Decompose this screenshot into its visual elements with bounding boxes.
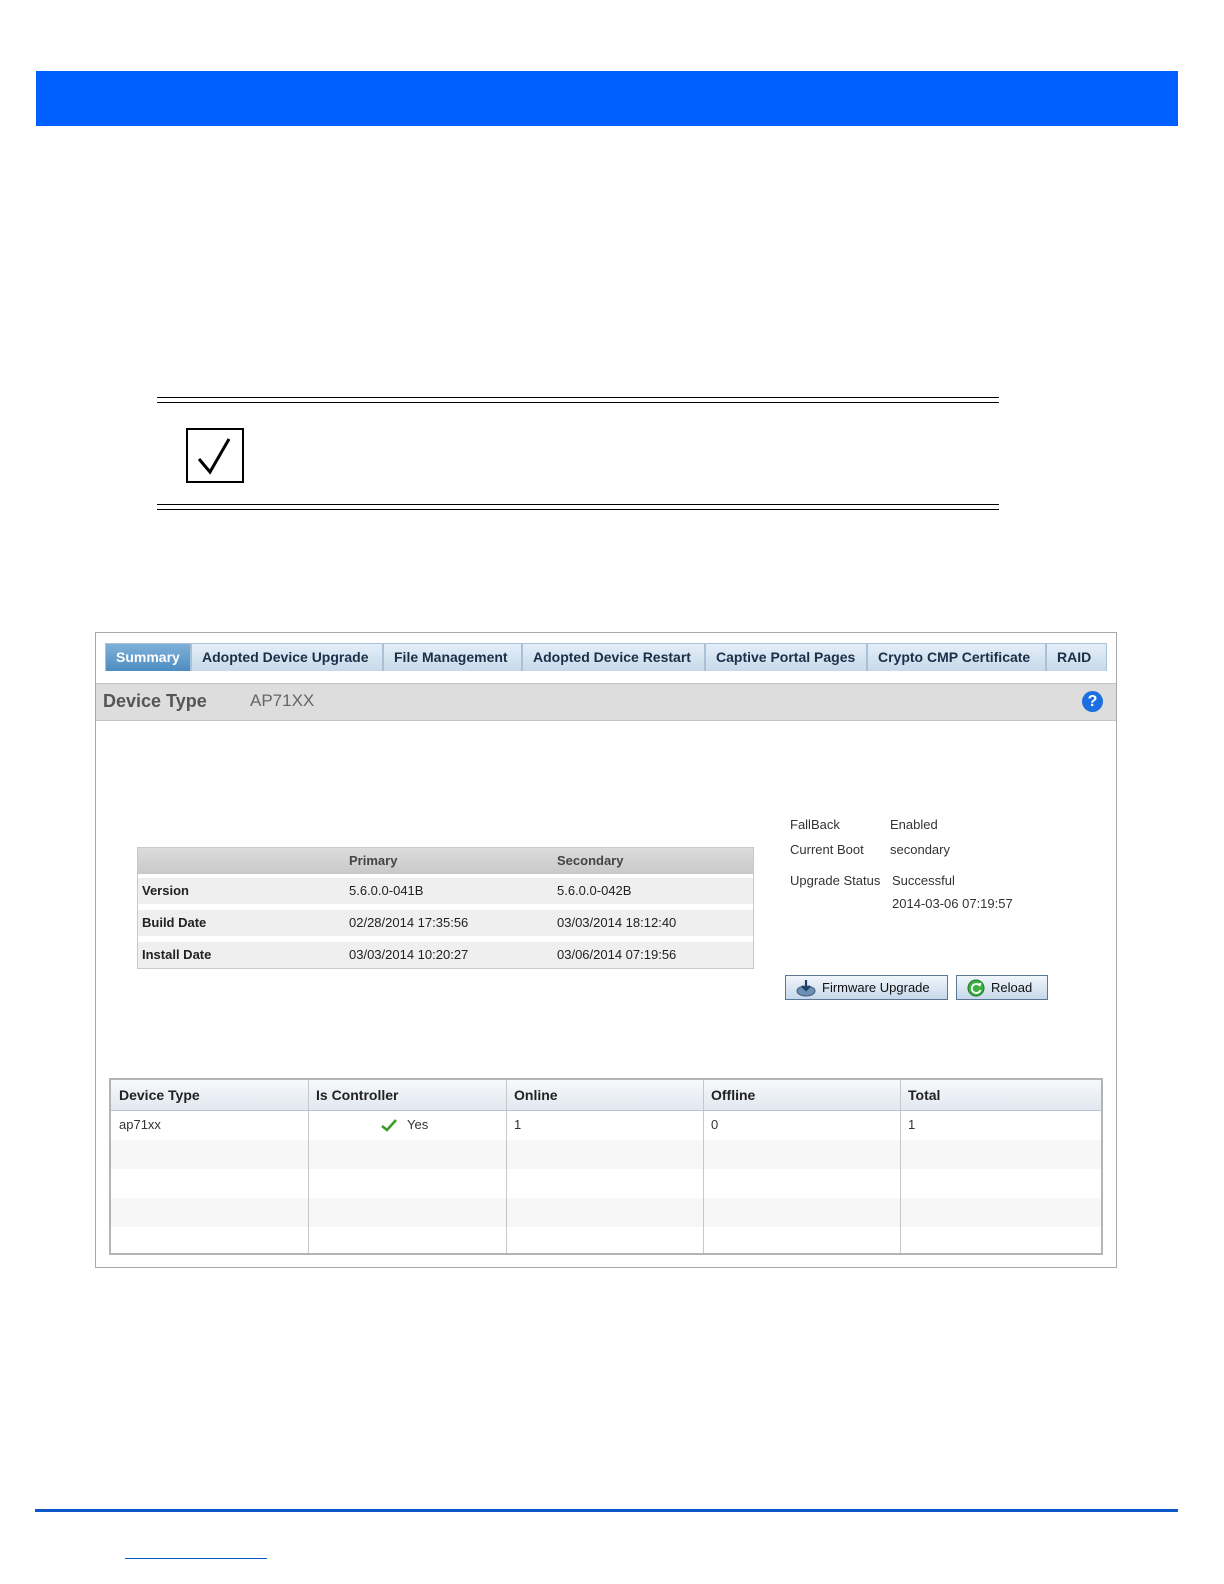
upgrade-timestamp: 2014-03-06 07:19:57 [892,896,1013,911]
grid-header-device-type[interactable]: Device Type [119,1087,200,1103]
note-rule-bottom-inner [157,509,999,510]
install-date-label: Install Date [142,947,212,962]
help-icon[interactable]: ? [1082,691,1103,712]
tab-bar: Summary Adopted Device Upgrade File Mana… [105,643,1107,671]
footer-rule [35,1509,1178,1512]
table-row[interactable]: ap71xx Yes 1 0 1 [111,1111,1101,1140]
reload-label: Reload [991,980,1033,995]
is-controller-value: Yes [407,1117,429,1132]
firmware-upgrade-label: Firmware Upgrade [822,980,930,995]
firmware-summary-panel: Summary Adopted Device Upgrade File Mana… [95,632,1117,1268]
note-rule-top-inner [157,402,999,403]
tab-crypto-cmp-certificate[interactable]: Crypto CMP Certificate [867,643,1046,671]
version-primary: 5.6.0.0-041B [349,883,424,898]
device-type-value: AP71XX [250,691,315,710]
column-divider [308,1080,309,1253]
version-table-header: Primary Secondary [138,848,753,874]
grid-header-total[interactable]: Total [908,1087,940,1103]
tab-summary[interactable]: Summary [105,643,191,671]
version-row: Version 5.6.0.0-041B 5.6.0.0-042B [138,878,753,904]
total-cell: 1 [908,1117,916,1132]
empty-row [111,1140,1101,1169]
checkmark-note-icon [186,428,244,483]
current-boot-label: Current Boot [790,842,864,857]
tab-file-management[interactable]: File Management [383,643,522,671]
empty-row [111,1169,1101,1198]
tab-adopted-device-upgrade[interactable]: Adopted Device Upgrade [191,643,383,671]
reload-button[interactable]: Reload [956,975,1048,1000]
fallback-label: FallBack [790,817,840,832]
install-date-row: Install Date 03/03/2014 10:20:27 03/06/2… [138,942,753,968]
device-type-cell: ap71xx [119,1117,161,1132]
grid-header: Device Type Is Controller Online Offline… [111,1080,1101,1111]
offline-cell: 0 [711,1117,719,1132]
refresh-icon [967,979,985,997]
download-disk-icon [796,979,816,997]
upgrade-status-value: Successful [892,873,955,888]
column-divider [506,1080,507,1253]
build-date-label: Build Date [142,915,207,930]
version-header-primary: Primary [349,853,398,868]
build-date-secondary: 03/03/2014 18:12:40 [557,915,677,930]
column-divider [703,1080,704,1253]
tab-captive-portal-pages[interactable]: Captive Portal Pages [705,643,867,671]
version-secondary: 5.6.0.0-042B [557,883,632,898]
footer-link-underline [125,1558,267,1559]
top-banner [36,71,1178,126]
firmware-upgrade-button[interactable]: Firmware Upgrade [785,975,948,1000]
adopted-device-grid: Device Type Is Controller Online Offline… [109,1078,1103,1255]
version-header-secondary: Secondary [557,853,624,868]
firmware-version-table: Primary Secondary Version 5.6.0.0-041B 5… [137,847,754,969]
note-rule-bottom [157,504,999,505]
empty-row [111,1198,1101,1227]
grid-header-online[interactable]: Online [514,1087,558,1103]
fallback-value: Enabled [890,817,938,832]
tab-adopted-device-restart[interactable]: Adopted Device Restart [522,643,705,671]
build-date-row: Build Date 02/28/2014 17:35:56 03/03/201… [138,910,753,936]
device-type-label: Device Type [103,691,207,711]
empty-row [111,1227,1101,1253]
version-row-label: Version [142,883,189,898]
column-divider [900,1080,901,1253]
green-check-icon [381,1118,397,1132]
grid-header-is-controller[interactable]: Is Controller [316,1087,398,1103]
install-date-secondary: 03/06/2014 07:19:56 [557,947,677,962]
install-date-primary: 03/03/2014 10:20:27 [349,947,469,962]
online-cell: 1 [514,1117,522,1132]
build-date-primary: 02/28/2014 17:35:56 [349,915,469,930]
is-controller-cell: Yes [381,1117,428,1132]
current-boot-value: secondary [890,842,950,857]
upgrade-status-label: Upgrade Status [790,873,881,888]
grid-header-offline[interactable]: Offline [711,1087,755,1103]
tab-raid[interactable]: RAID [1046,643,1107,671]
note-rule-top [157,397,999,398]
device-type-bar: Device Type AP71XX ? [96,683,1116,721]
